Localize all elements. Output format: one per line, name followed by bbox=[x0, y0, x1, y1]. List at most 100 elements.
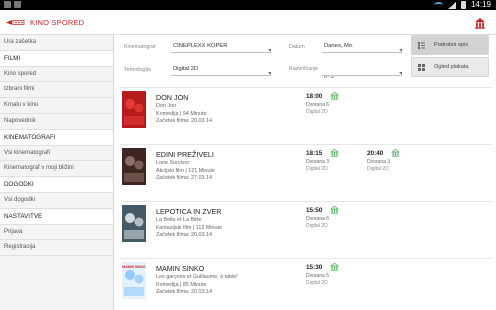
showtime[interactable]: 20:40 Dvorana 3 Digital 2D bbox=[367, 148, 423, 178]
movie-row[interactable]: EDINI PREŽIVELI Lone Survivor Akcijski fil… bbox=[119, 144, 492, 201]
page-title: KINO SPORED bbox=[30, 18, 85, 27]
svg-text:MAMIN SINKO: MAMIN SINKO bbox=[122, 265, 146, 269]
sidebar-item-napovednik[interactable]: Napovednik bbox=[0, 114, 113, 130]
movie-info: MAMIN SINKO Les garçons et Guillaume, à t… bbox=[156, 264, 296, 297]
movie-title[interactable]: DON JON bbox=[156, 93, 296, 103]
date-select[interactable]: Danes, Mo. bbox=[324, 43, 354, 49]
buy-ticket-icon[interactable] bbox=[330, 91, 339, 100]
movie-list: DON JON Don Jon Komedija | 94 Minute Začete… bbox=[115, 87, 496, 310]
showtime-time[interactable]: 18:15 bbox=[306, 150, 322, 157]
wifi-icon bbox=[433, 2, 443, 8]
buy-ticket-icon[interactable] bbox=[330, 205, 339, 214]
app-logo-icon[interactable] bbox=[6, 19, 25, 26]
movie-original-title: Les garçons et Guillaume, à table! bbox=[156, 274, 238, 280]
showtime-hall: Dvorana 3 bbox=[306, 159, 330, 165]
technology-select[interactable]: Digital 2D bbox=[173, 66, 198, 72]
showtime-technology: Digital 2D bbox=[306, 280, 328, 286]
status-time: 14:19 bbox=[470, 0, 491, 9]
showtime-hall: Dvorana 3 bbox=[367, 159, 391, 165]
sidebar-section-dogodki: DOGODKI bbox=[0, 177, 113, 193]
tickets-menu-icon[interactable] bbox=[474, 16, 487, 29]
sidebar-item-registracija[interactable]: Registracija bbox=[0, 240, 113, 257]
cinema-filter-label: Kinematograf bbox=[124, 44, 156, 50]
notification-icons bbox=[4, 1, 21, 8]
sidebar-item-vsi-kinematografi[interactable]: Vsi kinematografi bbox=[0, 146, 113, 162]
movie-original-title: Lone Survivor bbox=[156, 160, 190, 166]
movie-row[interactable]: LEPOTICA IN ZVER La Belle et La Bête Fanta… bbox=[119, 201, 492, 258]
notification-icon bbox=[4, 1, 11, 8]
sidebar: Ura začetka FILMI Kino spored Izbrani filmi… bbox=[0, 35, 114, 310]
sort-select-underline bbox=[322, 75, 402, 76]
detailed-view-button[interactable]: Podrobni opis bbox=[411, 35, 489, 55]
movie-start-date: Začetek filma: 27.03.14 bbox=[156, 175, 213, 181]
movie-info: EDINI PREŽIVELI Lone Survivor Akcijski fil… bbox=[156, 150, 296, 183]
movie-title[interactable]: EDINI PREŽIVELI bbox=[156, 150, 296, 160]
poster-view-button[interactable]: Ogled plakata bbox=[411, 57, 489, 77]
movie-info: LEPOTICA IN ZVER La Belle et La Bête Fanta… bbox=[156, 207, 296, 240]
sidebar-item-kinematograf-v-moji-blizini[interactable]: Kinematograf v moji bližini bbox=[0, 161, 113, 178]
showtime-technology: Digital 2D bbox=[306, 109, 328, 115]
showtime-technology: Digital 2D bbox=[306, 223, 328, 229]
technology-dropdown-icon[interactable] bbox=[268, 72, 271, 75]
movie-title[interactable]: LEPOTICA IN ZVER bbox=[156, 207, 296, 217]
movie-start-date: Začetek filma: 20.03.14 bbox=[156, 289, 213, 295]
date-select-underline bbox=[322, 52, 402, 53]
showtime[interactable]: 15:30 Dvorana 5 Digital 2D bbox=[306, 262, 362, 292]
date-dropdown-icon[interactable] bbox=[399, 49, 402, 52]
movie-poster[interactable]: MAMIN SINKO bbox=[122, 262, 146, 299]
showtime-technology: Digital 2D bbox=[306, 166, 328, 172]
sidebar-section-nastavitve: NASTAVITVE bbox=[0, 208, 113, 225]
filter-bar: Kinematograf CINEPLEXX KOPER Datum Danes… bbox=[115, 35, 496, 87]
technology-select-underline bbox=[171, 75, 271, 76]
detailed-view-label: Podrobni opis bbox=[434, 42, 469, 48]
sort-filter-label: Razvrščanje bbox=[289, 66, 319, 72]
showtime[interactable]: 18:15 Dvorana 3 Digital 2D bbox=[306, 148, 362, 178]
buy-ticket-icon[interactable] bbox=[391, 148, 400, 157]
buy-ticket-icon[interactable] bbox=[330, 148, 339, 157]
movie-original-title: La Belle et La Bête bbox=[156, 217, 202, 223]
showtime-time[interactable]: 20:40 bbox=[367, 150, 383, 157]
movie-start-date: Začetek filma: 20.03.14 bbox=[156, 118, 213, 124]
showtime[interactable]: 15:50 Dvorana 6 Digital 2D bbox=[306, 205, 362, 235]
showtime-hall: Dvorana 6 bbox=[306, 216, 330, 222]
movie-original-title: Don Jon bbox=[156, 103, 177, 109]
sidebar-item-izbrani-filmi[interactable]: Izbrani filmi bbox=[0, 82, 113, 99]
showtime-time[interactable]: 15:30 bbox=[306, 264, 322, 271]
sidebar-item-kino-spored[interactable]: Kino spored bbox=[0, 67, 113, 83]
sidebar-section-kinematografi: KINEMATOGRAFI bbox=[0, 129, 113, 146]
sort-dropdown-icon[interactable] bbox=[399, 72, 402, 75]
movie-title[interactable]: MAMIN SINKO bbox=[156, 264, 296, 274]
cinema-select[interactable]: CINEPLEXX KOPER bbox=[173, 43, 227, 49]
buy-ticket-icon[interactable] bbox=[330, 262, 339, 271]
movie-poster[interactable] bbox=[122, 205, 146, 242]
sidebar-item-vsi-dogodki[interactable]: Vsi dogodki bbox=[0, 193, 113, 209]
status-bar: 14:19 bbox=[0, 0, 496, 10]
showtime[interactable]: 18:00 Dvorana 6 Digital 2D bbox=[306, 91, 362, 121]
grid-view-icon bbox=[418, 64, 425, 71]
movie-genre-duration: Komedija | 85 Minute bbox=[156, 281, 207, 288]
sidebar-item-ura-zacetka[interactable]: Ura začetka bbox=[0, 35, 113, 51]
movie-poster[interactable] bbox=[122, 148, 146, 185]
main-content: Kinematograf CINEPLEXX KOPER Datum Danes… bbox=[115, 35, 496, 310]
cinema-dropdown-icon[interactable] bbox=[268, 49, 271, 52]
movie-row[interactable]: DON JON Don Jon Komedija | 94 Minute Začete… bbox=[119, 87, 492, 144]
cinema-select-underline bbox=[171, 52, 271, 53]
showtime-time[interactable]: 18:00 bbox=[306, 93, 322, 100]
showtime-hall: Dvorana 5 bbox=[306, 273, 330, 279]
technology-filter-label: Tehnologija bbox=[124, 67, 151, 73]
showtime-technology: Digital 2D bbox=[367, 166, 389, 172]
sidebar-item-prijava[interactable]: Prijava bbox=[0, 225, 113, 241]
showtime-time[interactable]: 15:50 bbox=[306, 207, 322, 214]
sidebar-item-kmalu-v-kinu[interactable]: Kmalu v kinu bbox=[0, 98, 113, 114]
showtime-hall: Dvorana 6 bbox=[306, 102, 330, 108]
movie-row[interactable]: MAMIN SINKO MAMIN SINKO Les garçons et Gui… bbox=[119, 258, 492, 310]
movie-poster[interactable] bbox=[122, 91, 146, 128]
notification-icon bbox=[14, 1, 21, 8]
battery-icon bbox=[460, 1, 466, 9]
date-filter-label: Datum bbox=[289, 44, 305, 50]
movie-genre-duration: Fantazijski film | 112 Minute bbox=[156, 224, 223, 231]
movie-genre-duration: Akcijski film | 121 Minute bbox=[156, 167, 215, 174]
status-right: 14:19 bbox=[433, 0, 491, 10]
signal-icon bbox=[447, 1, 456, 9]
movie-genre-duration: Komedija | 94 Minute bbox=[156, 110, 207, 117]
